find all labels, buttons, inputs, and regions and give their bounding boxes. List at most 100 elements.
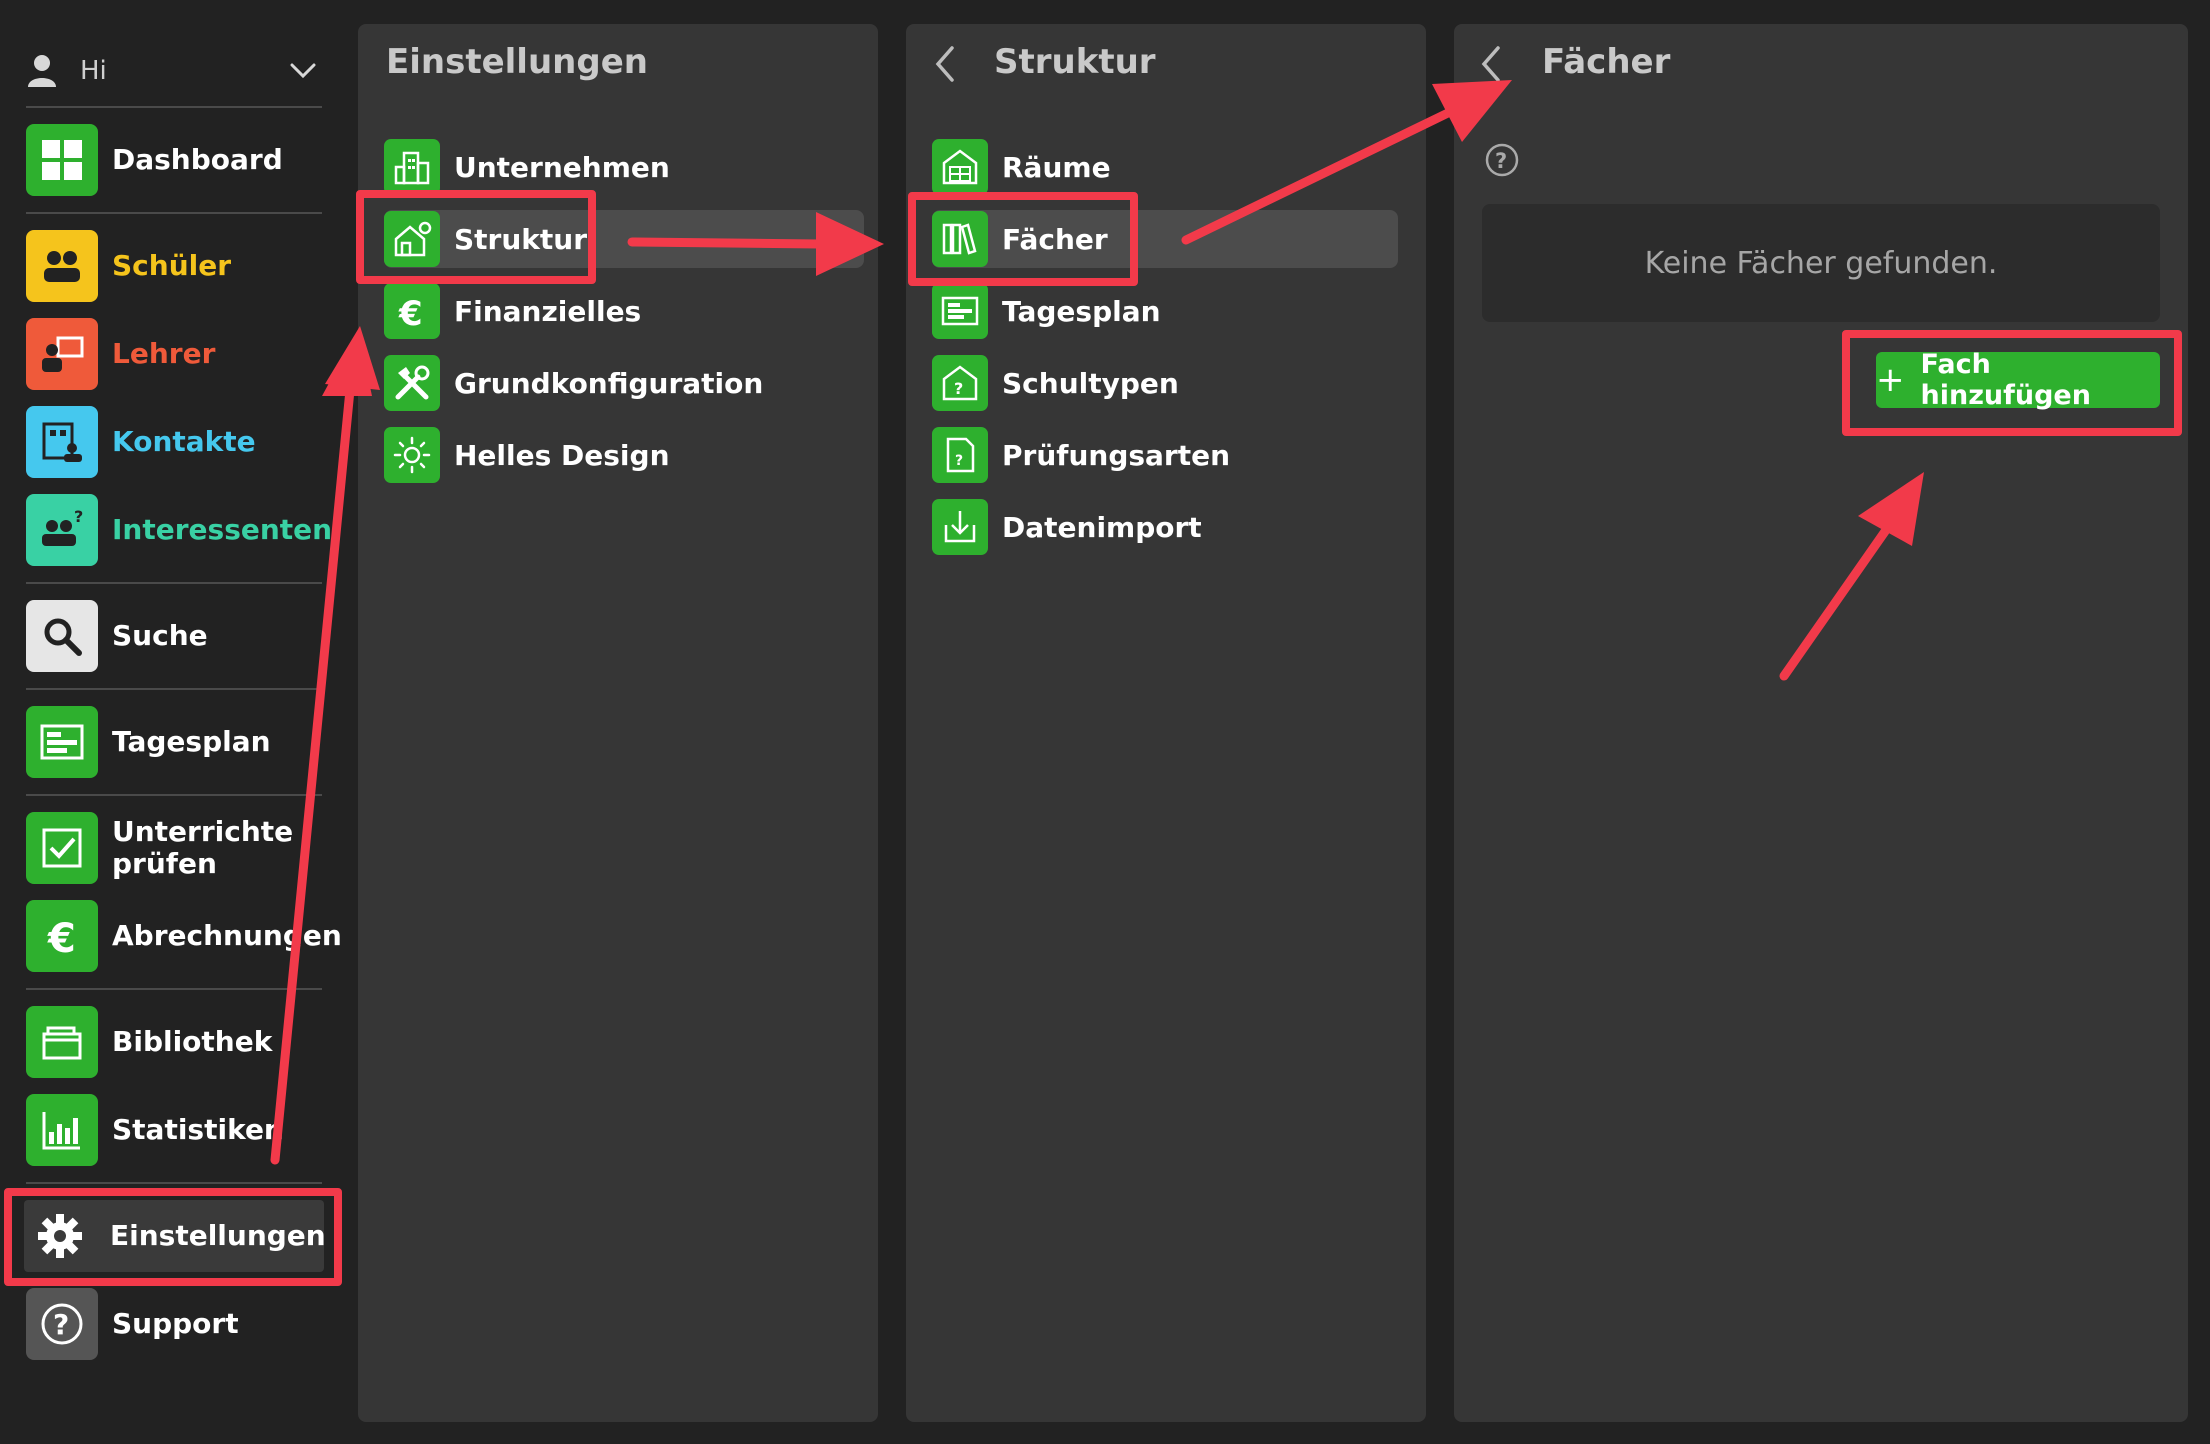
sidebar-divider <box>26 212 322 214</box>
settings-item-finanzielles[interactable]: € Finanzielles <box>384 282 864 340</box>
statistics-icon <box>26 1094 98 1166</box>
sidebar-item-label: Kontakte <box>112 425 256 458</box>
school-type-icon: ? <box>932 355 988 411</box>
sidebar-item-schueler[interactable]: Schüler <box>26 230 322 302</box>
books-icon <box>932 211 988 267</box>
settings-item-label: Grundkonfiguration <box>454 366 764 400</box>
structure-item-label: Räume <box>1002 150 1111 184</box>
gear-icon <box>24 1200 96 1272</box>
svg-text:€: € <box>47 916 76 960</box>
contacts-icon <box>26 406 98 478</box>
search-icon <box>26 600 98 672</box>
empty-text: Keine Fächer gefunden. <box>1644 245 1998 281</box>
sidebar-divider <box>26 1182 322 1184</box>
user-name: Hi <box>80 56 107 86</box>
euro-icon: € <box>384 283 440 339</box>
sidebar-divider <box>26 988 322 990</box>
structure-item-tagesplan[interactable]: Tagesplan <box>932 282 1398 340</box>
settings-item-label: Struktur <box>454 222 588 256</box>
settings-item-label: Unternehmen <box>454 150 670 184</box>
structure-item-raeume[interactable]: Räume <box>932 138 1398 196</box>
sidebar-item-statistiken[interactable]: Statistiken <box>26 1094 322 1166</box>
import-icon <box>932 499 988 555</box>
empty-subjects-message: Keine Fächer gefunden. <box>1482 204 2160 322</box>
svg-text:?: ? <box>74 507 83 526</box>
settings-item-label: Helles Design <box>454 438 670 472</box>
sidebar-item-lehrer[interactable]: Lehrer <box>26 318 322 390</box>
sidebar-item-label: Support <box>112 1307 239 1340</box>
structure-item-faecher[interactable]: Fächer <box>932 210 1398 268</box>
structure-item-label: Schultypen <box>1002 366 1179 400</box>
sidebar-item-unterrichte-pruefen[interactable]: Unterrichte prüfen <box>26 812 322 884</box>
sidebar-item-label: Statistiken <box>112 1113 284 1146</box>
settings-item-grundkonfiguration[interactable]: Grundkonfiguration <box>384 354 864 412</box>
dashboard-icon <box>26 124 98 196</box>
structure-item-label: Tagesplan <box>1002 294 1161 328</box>
sidebar-divider <box>26 794 322 796</box>
sidebar-item-dashboard[interactable]: Dashboard <box>26 124 322 196</box>
sidebar-item-support[interactable]: ? Support <box>26 1288 322 1360</box>
sidebar-item-label: Schüler <box>112 249 232 282</box>
settings-item-struktur[interactable]: Struktur <box>384 210 864 268</box>
svg-text:€: € <box>398 294 423 331</box>
library-icon <box>26 1006 98 1078</box>
sidebar-item-kontakte[interactable]: Kontakte <box>26 406 322 478</box>
structure-item-label: Fächer <box>1002 222 1108 256</box>
rooms-icon <box>932 139 988 195</box>
euro-icon: € <box>26 900 98 972</box>
chevron-down-icon[interactable] <box>290 63 316 79</box>
sidebar-item-bibliothek[interactable]: Bibliothek <box>26 1006 322 1078</box>
sidebar-item-label: Tagesplan <box>112 725 271 758</box>
sidebar-item-label: Unterrichte prüfen <box>112 815 294 880</box>
structure-item-label: Datenimport <box>1002 510 1202 544</box>
structure-item-schultypen[interactable]: ? Schultypen <box>932 354 1398 412</box>
user-menu[interactable]: Hi <box>26 46 322 96</box>
sidebar-item-label: Bibliothek <box>112 1025 273 1058</box>
settings-panel-title: Einstellungen <box>386 42 648 82</box>
building-icon <box>384 139 440 195</box>
dayplan-icon <box>26 706 98 778</box>
sidebar-item-label: Interessenten <box>112 513 333 546</box>
sidebar-item-einstellungen[interactable]: Einstellungen <box>24 1200 326 1272</box>
svg-text:?: ? <box>1495 149 1507 173</box>
plus-icon: + <box>1876 360 1905 400</box>
sidebar-divider <box>26 106 322 108</box>
checkbox-icon <box>26 812 98 884</box>
back-arrow-icon[interactable] <box>1478 44 1502 84</box>
sidebar-item-label: Lehrer <box>112 337 216 370</box>
sidebar-item-label: Dashboard <box>112 143 283 176</box>
dayplan-icon <box>932 283 988 339</box>
sidebar-item-label: Abrechnungen <box>112 919 342 952</box>
help-icon: ? <box>26 1288 98 1360</box>
settings-item-unternehmen[interactable]: Unternehmen <box>384 138 864 196</box>
svg-text:?: ? <box>954 379 963 398</box>
students-icon <box>26 230 98 302</box>
settings-item-label: Finanzielles <box>454 294 642 328</box>
back-arrow-icon[interactable] <box>932 44 956 84</box>
teacher-icon <box>26 318 98 390</box>
prospects-icon: ? <box>26 494 98 566</box>
add-subject-label: Fach hinzufügen <box>1920 349 2091 411</box>
main-sidebar: Hi Dashboard Schüler Lehrer Kontakte ? I… <box>0 0 342 1444</box>
sidebar-item-abrechnungen[interactable]: € Abrechnungen <box>26 900 342 972</box>
structure-item-label: Prüfungsarten <box>1002 438 1231 472</box>
svg-text:?: ? <box>53 1308 69 1341</box>
sidebar-item-label: Suche <box>112 619 208 652</box>
add-subject-button[interactable]: + Fach hinzufügen <box>1876 349 2160 411</box>
structure-panel-title: Struktur <box>994 42 1156 82</box>
sun-icon <box>384 427 440 483</box>
structure-item-pruefungsarten[interactable]: ? Prüfungsarten <box>932 426 1398 484</box>
sidebar-item-interessenten[interactable]: ? Interessenten <box>26 494 332 566</box>
sidebar-divider <box>26 582 322 584</box>
structure-item-datenimport[interactable]: Datenimport <box>932 498 1398 556</box>
sidebar-divider <box>26 688 322 690</box>
sidebar-item-label: Einstellungen <box>110 1219 326 1252</box>
sidebar-item-tagesplan[interactable]: Tagesplan <box>26 706 322 778</box>
subjects-panel-title: Fächer <box>1542 42 1671 82</box>
user-icon <box>28 55 56 87</box>
sidebar-item-suche[interactable]: Suche <box>26 600 322 672</box>
help-icon[interactable]: ? <box>1484 142 1520 178</box>
svg-text:?: ? <box>955 453 963 469</box>
house-gear-icon <box>384 211 440 267</box>
settings-item-helles-design[interactable]: Helles Design <box>384 426 864 484</box>
